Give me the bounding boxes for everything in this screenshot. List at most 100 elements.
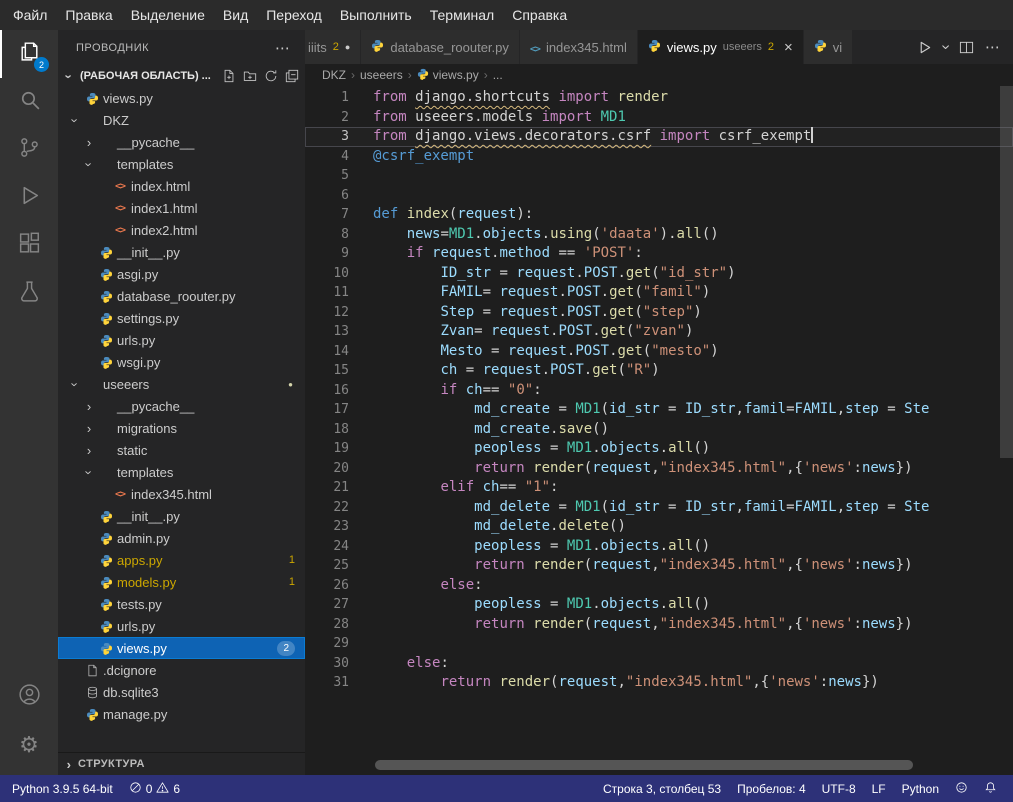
more-actions-icon[interactable]: ⋯ [985,38,1001,56]
menu-item-2[interactable]: Выделение [122,0,214,30]
tab-vi[interactable]: vi [804,30,853,64]
status-problems[interactable]: 06 [121,775,188,802]
file-item-manage.py[interactable]: manage.py [58,703,305,725]
chevron-down-icon[interactable]: › [943,38,948,56]
status-cursor-position[interactable]: Строка 3, столбец 53 [595,775,729,802]
file-item-models.py[interactable]: models.py1 [58,571,305,593]
code-line[interactable]: 8 news=MD1.objects.using('daata').all() [305,225,1013,245]
menu-item-1[interactable]: Правка [56,0,121,30]
code-line[interactable]: 27 peopless = MD1.objects.all() [305,595,1013,615]
split-editor-icon[interactable] [959,40,974,55]
breadcrumb-item[interactable]: useeers [360,68,403,82]
file-item-apps.py[interactable]: apps.py1 [58,549,305,571]
folder-item-migrations[interactable]: ›migrations [58,417,305,439]
new-folder-icon[interactable] [243,69,257,83]
folder-item-static[interactable]: ›static [58,439,305,461]
run-icon[interactable] [917,40,932,55]
code-area[interactable]: 1from django.shortcuts import render2fro… [305,86,1013,775]
code-line[interactable]: 30 else: [305,654,1013,674]
activity-search[interactable] [0,78,58,126]
code-line[interactable]: 23 md_delete.delete() [305,517,1013,537]
activity-explorer[interactable]: 2 [0,30,58,78]
status-eol[interactable]: LF [864,775,894,802]
file-item-index1.html[interactable]: <>index1.html [58,197,305,219]
file-item-views.py[interactable]: views.py [58,87,305,109]
file-item-index345.html[interactable]: <>index345.html [58,483,305,505]
activity-run-and-debug[interactable] [0,174,58,222]
file-item-__init__.py[interactable]: __init__.py [58,241,305,263]
code-line[interactable]: 4@csrf_exempt [305,147,1013,167]
breadcrumb-item[interactable]: views.py [417,68,479,83]
vertical-scrollbar[interactable] [1000,86,1013,458]
folder-item-DKZ[interactable]: ›DKZ [58,109,305,131]
menu-item-6[interactable]: Терминал [421,0,503,30]
status-encoding[interactable]: UTF-8 [814,775,864,802]
status-feedback[interactable] [947,775,976,802]
file-item-index2.html[interactable]: <>index2.html [58,219,305,241]
code-line[interactable]: 9 if request.method == 'POST': [305,244,1013,264]
tab-iiits[interactable]: iiits2● [305,30,361,64]
folder-item-templates[interactable]: ›templates [58,461,305,483]
file-item-views.py[interactable]: views.py2 [58,637,305,659]
file-item-asgi.py[interactable]: asgi.py [58,263,305,285]
code-line[interactable]: 12 Step = request.POST.get("step") [305,303,1013,323]
code-line[interactable]: 15 ch = request.POST.get("R") [305,361,1013,381]
breadcrumb-item[interactable]: ... [493,68,503,82]
code-line[interactable]: 21 elif ch== "1": [305,478,1013,498]
activity-settings[interactable]: ⚙ [0,721,58,769]
file-item-database_roouter.py[interactable]: database_roouter.py [58,285,305,307]
outline-section-header[interactable]: › СТРУКТУРА [58,752,305,775]
code-line[interactable]: 2from useeers.models import MD1 [305,108,1013,128]
code-line[interactable]: 20 return render(request,"index345.html"… [305,459,1013,479]
file-item-urls.py[interactable]: urls.py [58,615,305,637]
code-line[interactable]: 19 peopless = MD1.objects.all() [305,439,1013,459]
code-line[interactable]: 29 [305,634,1013,654]
horizontal-scrollbar[interactable] [375,760,913,770]
code-line[interactable]: 6 [305,186,1013,206]
code-line[interactable]: 18 md_create.save() [305,420,1013,440]
more-actions-icon[interactable]: ⋯ [275,39,291,57]
code-line[interactable]: 24 peopless = MD1.objects.all() [305,537,1013,557]
code-line[interactable]: 16 if ch== "0": [305,381,1013,401]
file-item-admin.py[interactable]: admin.py [58,527,305,549]
status-language-mode[interactable]: Python [894,775,947,802]
code-line[interactable]: 22 md_delete = MD1(id_str = ID_str,famil… [305,498,1013,518]
tab-database_roouter.py[interactable]: database_roouter.py [361,30,520,64]
workspace-section-header[interactable]: › (РАБОЧАЯ ОБЛАСТЬ) ... [58,65,305,87]
code-line[interactable]: 13 Zvan= request.POST.get("zvan") [305,322,1013,342]
code-line[interactable]: 26 else: [305,576,1013,596]
tab-views.py[interactable]: views.pyuseeers2× [638,30,804,64]
file-item-.dcignore[interactable]: .dcignore [58,659,305,681]
file-item-index.html[interactable]: <>index.html [58,175,305,197]
activity-source-control[interactable] [0,126,58,174]
collapse-all-icon[interactable] [285,69,299,83]
folder-item-__pycache__[interactable]: ›__pycache__ [58,395,305,417]
close-icon[interactable]: × [784,40,793,55]
refresh-icon[interactable] [264,69,278,83]
file-item-db.sqlite3[interactable]: db.sqlite3 [58,681,305,703]
menu-item-7[interactable]: Справка [503,0,576,30]
file-item-urls.py[interactable]: urls.py [58,329,305,351]
code-line[interactable]: 7def index(request): [305,205,1013,225]
code-line[interactable]: 28 return render(request,"index345.html"… [305,615,1013,635]
code-line[interactable]: 5 [305,166,1013,186]
minimap[interactable] [923,86,999,183]
status-notifications[interactable] [976,775,1005,802]
file-item-tests.py[interactable]: tests.py [58,593,305,615]
activity-testing[interactable] [0,270,58,318]
file-item-settings.py[interactable]: settings.py [58,307,305,329]
tab-index345.html[interactable]: <>index345.html [520,30,638,64]
activity-account[interactable] [0,673,58,721]
code-line[interactable]: 17 md_create = MD1(id_str = ID_str,famil… [305,400,1013,420]
breadcrumb-item[interactable]: DKZ [322,68,346,82]
folder-item-__pycache__[interactable]: ›__pycache__ [58,131,305,153]
activity-extensions[interactable] [0,222,58,270]
menu-item-0[interactable]: Файл [4,0,56,30]
menu-item-5[interactable]: Выполнить [331,0,421,30]
code-line[interactable]: 31 return render(request,"index345.html"… [305,673,1013,693]
status-python-interpreter[interactable]: Python 3.9.5 64-bit [4,775,121,802]
menu-item-3[interactable]: Вид [214,0,257,30]
file-item-__init__.py[interactable]: __init__.py [58,505,305,527]
code-line[interactable]: 3from django.views.decorators.csrf impor… [305,127,1013,147]
menu-item-4[interactable]: Переход [257,0,331,30]
